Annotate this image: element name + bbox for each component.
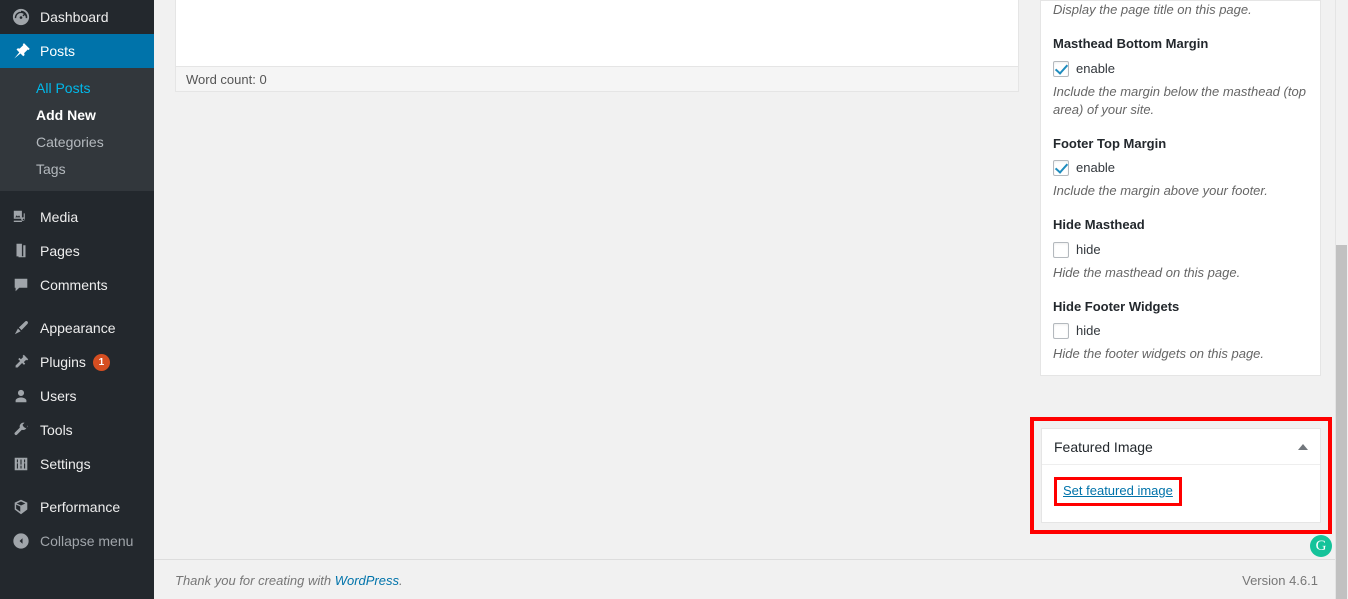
submenu-item-categories[interactable]: Categories [0, 129, 154, 156]
sidebar-item-pages[interactable]: Pages [0, 234, 154, 268]
checkbox-label: enable [1076, 60, 1116, 76]
option-label-footer-top-margin: Footer Top Margin [1053, 135, 1167, 151]
chevron-up-icon[interactable] [1298, 443, 1308, 450]
brush-icon [11, 318, 31, 338]
checkbox-label: enable [1076, 160, 1116, 176]
featured-image-title: Featured Image [1054, 438, 1153, 455]
option-label-hide-masthead: Hide Masthead [1053, 217, 1145, 233]
submenu-item-all-posts[interactable]: All Posts [0, 75, 154, 102]
sidebar-item-settings[interactable]: Settings [0, 447, 154, 481]
editor-statusbar: Word count: 0 [176, 66, 1018, 91]
posts-submenu: All Posts Add New Categories Tags [0, 68, 154, 191]
featured-image-body: Set featured image [1042, 465, 1320, 522]
option-row-masthead-bottom-margin: enable [1053, 60, 1308, 77]
checkbox-label: hide [1076, 323, 1101, 339]
editor-content-area[interactable] [176, 0, 1018, 66]
sidebar-item-posts[interactable]: Posts [0, 34, 162, 68]
collapse-arrow-icon [11, 531, 31, 551]
option-row-hide-masthead: hide [1053, 241, 1308, 258]
page-options-inside: Display the page title on this page. Mas… [1041, 1, 1320, 375]
sidebar-item-appearance[interactable]: Appearance [0, 311, 154, 345]
sidebar-item-media[interactable]: Media [0, 200, 154, 234]
option-label-hide-footer-widgets: Hide Footer Widgets [1053, 298, 1180, 314]
featured-image-highlight: Featured Image Set featured image [1030, 417, 1332, 534]
collapse-menu-button[interactable]: Collapse menu [0, 524, 154, 558]
main-content: Word count: 0 G Display the page title o… [154, 0, 1348, 599]
checkbox-label: hide [1076, 241, 1101, 257]
featured-image-header[interactable]: Featured Image [1042, 429, 1320, 465]
plug-icon [11, 352, 31, 372]
wordpress-link[interactable]: WordPress [335, 573, 399, 588]
pages-icon [11, 241, 31, 261]
cube-icon [11, 497, 31, 517]
sidebar-item-label: Performance [40, 499, 121, 515]
wrench-icon [11, 420, 31, 440]
footer-thanks-prefix: Thank you for creating with [175, 573, 335, 588]
submenu-item-add-new[interactable]: Add New [0, 102, 154, 129]
sidebar-item-users[interactable]: Users [0, 379, 154, 413]
sidebar-item-label: Plugins [40, 354, 86, 370]
pin-icon [11, 41, 31, 61]
sidebar-item-tools[interactable]: Tools [0, 413, 154, 447]
admin-sidebar: Dashboard Posts All Posts Add New Catego… [0, 0, 162, 599]
option-row-hide-footer-widgets: hide [1053, 323, 1308, 340]
sidebar-item-label: Tools [40, 422, 73, 438]
sidebar-item-comments[interactable]: Comments [0, 268, 154, 302]
option-description-masthead-bottom-margin: Include the margin below the masthead (t… [1053, 83, 1306, 117]
grammarly-glyph: G [1315, 537, 1327, 554]
checkbox-hide-footer-widgets[interactable] [1053, 323, 1069, 340]
option-label-masthead-bottom-margin: Masthead Bottom Margin [1053, 36, 1209, 51]
sidebar-item-label: Media [40, 209, 79, 225]
sidebar-item-label: Dashboard [40, 9, 109, 25]
page-scrollbar-track[interactable] [1335, 0, 1348, 599]
checkbox-hide-masthead[interactable] [1053, 241, 1069, 258]
word-count-label: Word count: 0 [186, 71, 267, 87]
menu-separator [0, 481, 154, 490]
sidebar-item-label: Settings [40, 456, 91, 472]
option-row-footer-top-margin: enable [1053, 160, 1308, 177]
sidebar-item-performance[interactable]: Performance [0, 490, 154, 524]
footer-thanks-suffix: . [399, 573, 403, 588]
checkbox-masthead-bottom-margin[interactable] [1053, 60, 1069, 77]
collapse-menu-label: Collapse menu [40, 533, 134, 549]
sidebar-item-plugins[interactable]: Plugins 1 [0, 345, 154, 379]
sidebar-item-label: Users [40, 388, 77, 404]
comments-icon [11, 275, 31, 295]
set-featured-image-highlight: Set featured image [1054, 477, 1182, 506]
page-title-description: Display the page title on this page. [1053, 2, 1252, 17]
checkbox-footer-top-margin[interactable] [1053, 160, 1069, 177]
menu-separator [0, 191, 154, 200]
page-options-metabox: Display the page title on this page. Mas… [1040, 0, 1321, 377]
media-icon [11, 207, 31, 227]
sliders-icon [11, 454, 31, 474]
side-metabox-column: Display the page title on this page. Mas… [1040, 0, 1321, 377]
sidebar-item-dashboard[interactable]: Dashboard [0, 0, 154, 34]
user-icon [11, 386, 31, 406]
submenu-item-tags[interactable]: Tags [0, 156, 154, 183]
admin-footer: Thank you for creating with WordPress. V… [154, 559, 1348, 599]
set-featured-image-link[interactable]: Set featured image [1063, 483, 1173, 498]
page-scrollbar-thumb[interactable] [1336, 245, 1347, 599]
footer-thanks: Thank you for creating with WordPress. [175, 573, 403, 588]
post-editor-box: Word count: 0 [175, 0, 1019, 92]
dashboard-icon [11, 7, 31, 27]
option-description-hide-masthead: Hide the masthead on this page. [1053, 264, 1241, 280]
option-description-hide-footer-widgets: Hide the footer widgets on this page. [1053, 346, 1265, 362]
menu-separator [0, 302, 154, 311]
sidebar-item-label: Appearance [40, 320, 116, 336]
sidebar-item-label: Posts [40, 43, 76, 59]
featured-image-metabox: Featured Image Set featured image [1041, 428, 1321, 523]
footer-version: Version 4.6.1 [1242, 573, 1318, 588]
plugins-update-badge: 1 [92, 353, 110, 371]
sidebar-item-label: Pages [40, 243, 80, 259]
grammarly-icon[interactable]: G [1310, 535, 1332, 557]
sidebar-item-label: Comments [40, 277, 108, 293]
option-description-footer-top-margin: Include the margin above your footer. [1053, 183, 1268, 199]
